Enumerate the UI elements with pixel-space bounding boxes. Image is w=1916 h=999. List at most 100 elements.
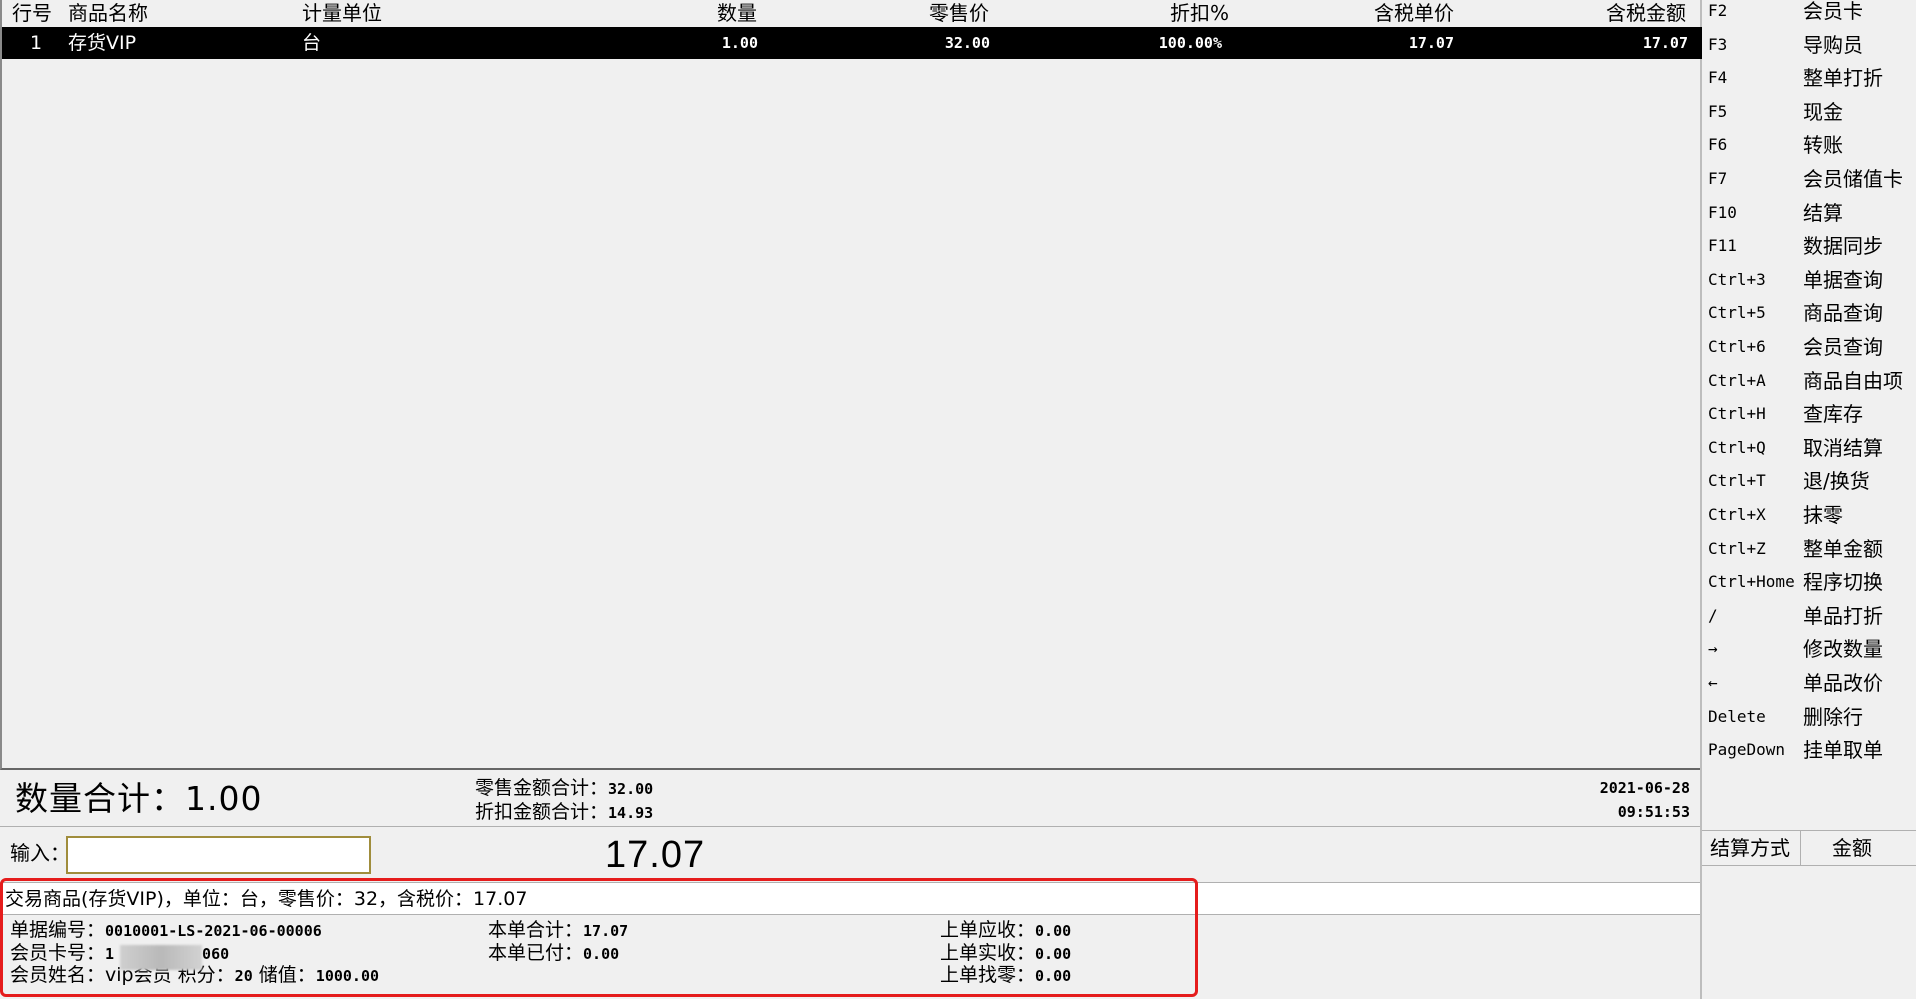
shortcut-action: 挂单取单 xyxy=(1803,738,1883,763)
shortcut-action: 单品改价 xyxy=(1803,671,1883,695)
shortcut-key: Ctrl+3 xyxy=(1708,269,1766,289)
settlement-method-header: 结算方式 xyxy=(1710,831,1801,865)
shortcut-key: → xyxy=(1708,639,1718,659)
quantity-total-value: 1.00 xyxy=(185,779,263,818)
doc-number-value: 0010001-LS-2021-06-00006 xyxy=(105,922,322,940)
cell-discount: 100.00% xyxy=(1158,34,1222,52)
shortcut-key: Ctrl+Q xyxy=(1708,437,1766,457)
cell-line: 1 xyxy=(30,32,43,54)
doc-number: 单据编号：0010001-LS-2021-06-00006 xyxy=(10,919,322,942)
shortcut-action: 现金 xyxy=(1803,99,1843,124)
stored-value-label: 储值： xyxy=(258,964,316,986)
barcode-input[interactable] xyxy=(66,836,371,874)
discount-total: 折扣金额合计：14.93 xyxy=(475,800,653,825)
prev-received: 上单实收：0.00 xyxy=(940,942,1071,965)
col-header-retail: 零售价 xyxy=(929,1,989,25)
member-card-end: 060 xyxy=(202,945,230,963)
quantity-total-label: 数量合计： xyxy=(15,779,185,818)
shortcut-action: 删除行 xyxy=(1803,704,1863,729)
shortcut-action: 查库存 xyxy=(1803,402,1863,427)
current-time: 09:51:53 xyxy=(1617,803,1690,821)
cell-retail: 32.00 xyxy=(944,34,990,52)
retail-total: 零售金额合计：32.00 xyxy=(475,776,653,801)
shortcut-key: F2 xyxy=(1708,1,1728,20)
prev-received-value: 0.00 xyxy=(1035,945,1072,963)
cell-name: 存货VIP xyxy=(68,32,137,54)
shortcut-key: Ctrl+6 xyxy=(1708,337,1766,356)
shortcut-key: Ctrl+A xyxy=(1708,370,1766,390)
order-paid: 本单已付：0.00 xyxy=(488,942,619,965)
prev-change-value: 0.00 xyxy=(1035,967,1072,985)
member-card-start: 1 xyxy=(105,945,115,963)
shortcut-key: F7 xyxy=(1708,169,1728,188)
table-row[interactable]: 1 存货VIP 台 1.00 32.00 100.00% 17.07 17.07 xyxy=(2,27,1702,59)
shortcut-action: 结算 xyxy=(1803,200,1843,225)
shortcut-action: 单品打折 xyxy=(1803,603,1883,628)
order-total-value: 17.07 xyxy=(583,922,629,940)
shortcut-action: 取消结算 xyxy=(1803,435,1883,460)
shortcut-panel: F2 会员卡 F3 导购员 F4 整单打折 F5 现金 F6 转账 F7 会员储值卡 F10 结算 F11 数… xyxy=(1702,0,1916,999)
shortcut-key: Ctrl+H xyxy=(1708,404,1766,424)
shortcut-key: F10 xyxy=(1708,202,1737,222)
settlement-amount-header: 金额 xyxy=(1832,836,1872,860)
current-date: 2021-06-28 xyxy=(1599,779,1690,797)
shortcut-action: 整单打折 xyxy=(1803,66,1883,91)
member-card-label: 会员卡号： xyxy=(10,942,106,964)
member-name-label: 会员姓名： xyxy=(10,964,106,986)
discount-total-value: 14.93 xyxy=(608,804,654,822)
amount-display: 17.07 xyxy=(605,834,706,876)
settlement-table-header: 结算方式 金额 xyxy=(1702,830,1916,866)
shortcut-action: 导购员 xyxy=(1803,32,1863,57)
shortcut-action: 商品自由项 xyxy=(1803,368,1903,393)
shortcut-key: PageDown xyxy=(1708,740,1786,760)
points-value: 20 xyxy=(234,967,253,985)
transaction-info-line: 交易商品(存货VIP)，单位：台，零售价：32，含税价：17.07 xyxy=(0,883,1700,915)
cell-unit-price: 17.07 xyxy=(1408,34,1454,52)
cell-amount: 17.07 xyxy=(1642,34,1688,52)
pos-main-panel: 行号 商品名称 计量单位 数量 零售价 折扣% 含税单价 含税金额 1 存货VI… xyxy=(0,0,1702,999)
prev-change: 上单找零：0.00 xyxy=(940,964,1071,987)
order-paid-value: 0.00 xyxy=(583,945,620,963)
shortcut-action: 转账 xyxy=(1803,133,1843,158)
shortcut-action: 会员查询 xyxy=(1803,335,1883,359)
input-label: 输入： xyxy=(10,841,70,865)
shortcut-key: ← xyxy=(1708,673,1718,692)
item-grid[interactable]: 行号 商品名称 计量单位 数量 零售价 折扣% 含税单价 含税金额 1 存货VI… xyxy=(0,0,1702,770)
col-header-line: 行号 xyxy=(12,1,52,25)
shortcut-key: Ctrl+5 xyxy=(1708,303,1766,323)
prev-due-value: 0.00 xyxy=(1035,922,1072,940)
shortcut-action: 数据同步 xyxy=(1803,234,1883,259)
input-row: 输入： 17.07 xyxy=(0,827,1700,883)
stored-value-amount: 1000.00 xyxy=(315,967,380,985)
doc-number-label: 单据编号： xyxy=(10,919,106,941)
retail-total-label: 零售金额合计： xyxy=(475,777,609,799)
prev-due-label: 上单应收： xyxy=(940,919,1036,941)
col-header-unit: 计量单位 xyxy=(302,1,382,25)
order-total: 本单合计：17.07 xyxy=(488,919,628,942)
shortcut-action: 抹零 xyxy=(1803,503,1843,527)
shortcut-action: 退/换货 xyxy=(1803,469,1870,494)
document-footer: 单据编号：0010001-LS-2021-06-00006 会员卡号：1 060 … xyxy=(0,916,1700,999)
shortcut-key: F3 xyxy=(1708,34,1728,54)
shortcut-key: Ctrl+Z xyxy=(1708,538,1766,558)
shortcut-action: 程序切换 xyxy=(1803,570,1883,595)
prev-received-label: 上单实收： xyxy=(940,942,1036,964)
cell-unit: 台 xyxy=(302,32,322,54)
shortcut-key: F6 xyxy=(1708,135,1728,155)
shortcut-key: Ctrl+Home xyxy=(1708,572,1795,592)
col-header-name: 商品名称 xyxy=(68,1,148,25)
shortcut-key: Delete xyxy=(1708,706,1766,726)
order-paid-label: 本单已付： xyxy=(488,942,584,964)
shortcut-action: 整单金额 xyxy=(1803,536,1883,561)
totals-bar: 数量合计：1.00 零售金额合计：32.00 折扣金额合计：14.93 2021… xyxy=(0,772,1700,827)
prev-due: 上单应收：0.00 xyxy=(940,919,1071,942)
shortcut-key: F11 xyxy=(1708,236,1737,256)
shortcut-action: 商品查询 xyxy=(1803,301,1883,326)
shortcut-action: 会员卡 xyxy=(1803,0,1863,23)
order-total-label: 本单合计： xyxy=(488,919,584,941)
shortcut-key: / xyxy=(1708,605,1718,625)
prev-change-label: 上单找零： xyxy=(940,964,1036,986)
shortcut-action: 修改数量 xyxy=(1803,637,1883,662)
shortcut-key: F4 xyxy=(1708,68,1728,88)
shortcut-action: 会员储值卡 xyxy=(1803,167,1903,191)
